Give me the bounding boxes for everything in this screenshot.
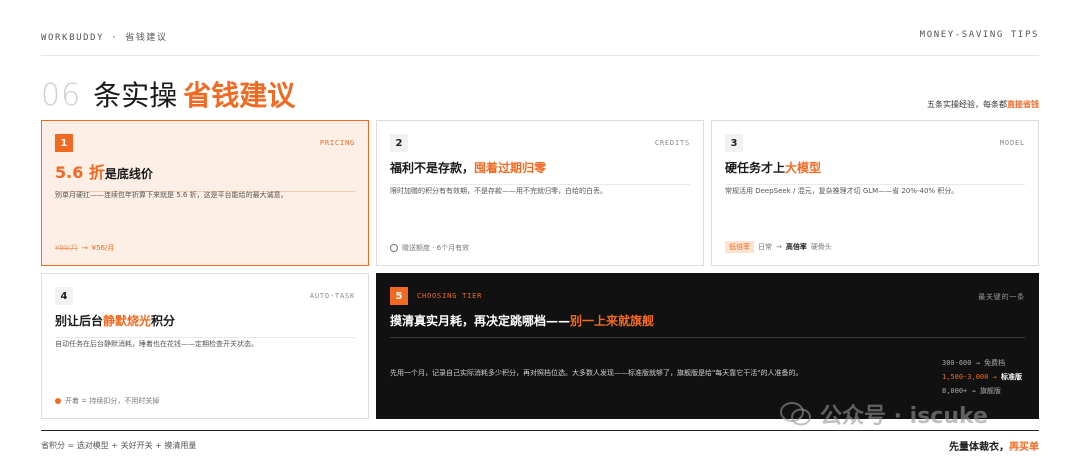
tip-card-pricing: 1 PRICING 5.6 折是底线价 别单月硬扛——连续包年折算下来就是 5.… [41,120,369,266]
card-title-highlight: 别一上来就旗舰 [570,314,655,328]
card-title: 摸清真实月耗，再决定跳哪档——别一上来就旗舰 [390,312,1025,338]
brand-label: WORKBUDDY · 省钱建议 [41,33,168,43]
watermark: 公众号 · iscuke [780,398,988,430]
card-description: 限时加赠的积分有有效期，不是存款——用不完就归零，白给的白丢。 [390,187,607,195]
card-footer: 开着 = 持续扣分，不用时关掉 [55,396,159,406]
wechat-icon [780,402,811,426]
arrow-icon: → [971,387,976,395]
tier-label: 标准版 [1001,373,1022,381]
footer-divider [41,430,1039,431]
card-title-highlight: 囤着过期归零 [474,161,547,175]
card-title: 福利不是存款，囤着过期归零 [390,159,690,185]
arrow-icon: → [975,359,980,367]
footer-slogan-highlight: 再买单 [1009,442,1039,453]
tip-card-auto-task: 4 AUTO-TASK 别让后台静默烧光积分 自动任务在后台静默消耗，睡着也在花… [41,273,369,419]
low-rate-pill: 低倍率 [725,241,754,253]
card-tag: PRICING [319,139,355,147]
arrow-icon: → [776,243,782,251]
tagline-highlight: 直接省钱 [1007,100,1039,109]
title-number: 06 [41,78,82,113]
card-title: 5.6 折是底线价 [55,159,355,192]
dot-icon [55,398,61,404]
high-rate-label: 高倍率 [785,243,807,251]
card-index-badge: 5 [390,287,408,305]
tier-label: 旗舰版 [979,387,1001,395]
card-title: 硬任务才上大模型 [725,159,1025,185]
auto-task-note: 开着 = 持续扣分，不用时关掉 [65,397,160,405]
footer-slogan-text: 先量体裁衣， [949,442,1009,453]
card-description: 别单月硬扛——连续包年折算下来就是 5.6 折，这是平台能给的最大诚意。 [55,191,288,199]
card-title-text: 摸清真实月耗，再决定跳哪档—— [390,314,571,328]
card-title: 别让后台静默烧光积分 [55,312,355,338]
tagline-text: 五条实操经验，每条都 [927,100,1007,109]
tagline: 五条实操经验，每条都直接省钱 [927,99,1039,110]
card-title-text: 别让后台 [55,314,104,328]
new-price: ¥56/月 [91,244,115,252]
tier-item: 8,000+ → 旗舰版 [942,384,1022,398]
tier-range: 1,500-3,000 [941,373,989,381]
watermark-text: 公众号 · iscuke [820,404,988,429]
footer-slogan: 先量体裁衣，再买单 [949,438,1039,453]
card-title-text: 是底线价 [104,167,153,181]
card-description: 自动任务在后台静默消耗，睡着也在花钱——定期检查开关状态。 [55,340,258,348]
card-footer: 赠送额度 · 6个月有效 [390,243,469,253]
footer-formula: 省积分 = 选对模型 + 关好开关 + 摸清用量 [41,441,197,450]
card-footer: 低倍率 日常 → 高倍率 硬骨头 [725,241,832,253]
tier-range: 300-600 [941,359,972,367]
card-title-text: 硬任务才上 [725,161,786,175]
title-prefix: 条实操 [93,79,178,112]
card-description: 常规活用 DeepSeek / 混元，复杂推理才切 GLM——省 20%-40%… [725,187,959,195]
card-tag: CHOOSING TIER [417,292,483,300]
card-tag: AUTO-TASK [309,292,355,300]
card-title-text: 福利不是存款， [390,161,475,175]
card-title-highlight: 静默烧光 [103,314,152,328]
clock-icon [390,244,398,252]
card-title-highlight: 5.6 折 [55,163,105,182]
arrow-icon: → [81,244,88,252]
top-bar: WORKBUDDY · 省钱建议 MONEY-SAVING TIPS [41,30,1039,56]
card-footer: ¥99/月 → ¥56/月 [55,243,114,253]
validity-note: 赠送额度 · 6个月有效 [402,244,470,252]
section-label: MONEY-SAVING TIPS [919,30,1039,40]
card-title-suffix: 积分 [151,314,176,328]
foot-daily: 日常 [758,243,772,251]
card-tag-right: 最关键的一条 [978,293,1025,301]
tier-item: 300-600 → 免费档 [942,356,1022,370]
card-index-badge: 3 [725,134,743,152]
tip-card-model: 3 MODEL 硬任务才上大模型 常规活用 DeepSeek / 混元，复杂推理… [711,120,1039,266]
tip-card-credits: 2 CREDITS 福利不是存款，囤着过期归零 限时加赠的积分有有效期，不是存款… [376,120,704,266]
card-tag: CREDITS [654,139,690,147]
card-index-badge: 4 [55,287,73,305]
card-title-highlight: 大模型 [785,161,822,175]
tier-item-recommended: 1,500-3,000 → 标准版 [942,370,1022,384]
foot-hard: 硬骨头 [810,243,832,251]
arrow-icon: → [992,373,997,381]
title-highlight: 省钱建议 [183,79,296,112]
card-index-badge: 2 [390,134,408,152]
tier-list: 300-600 → 免费档 1,500-3,000 → 标准版 8,000+ →… [942,356,1022,398]
tier-range: 8,000+ [941,387,968,395]
card-description: 先用一个月，记录自己实际消耗多少积分，再对照档位选。大多数人发现——标准版就够了… [390,369,803,377]
old-price: ¥99/月 [55,244,78,252]
page-title: 06 条实操 省钱建议 [41,74,295,114]
card-tag: MODEL [999,139,1025,147]
card-index-badge: 1 [55,134,73,152]
tier-label: 免费档 [984,359,1006,367]
